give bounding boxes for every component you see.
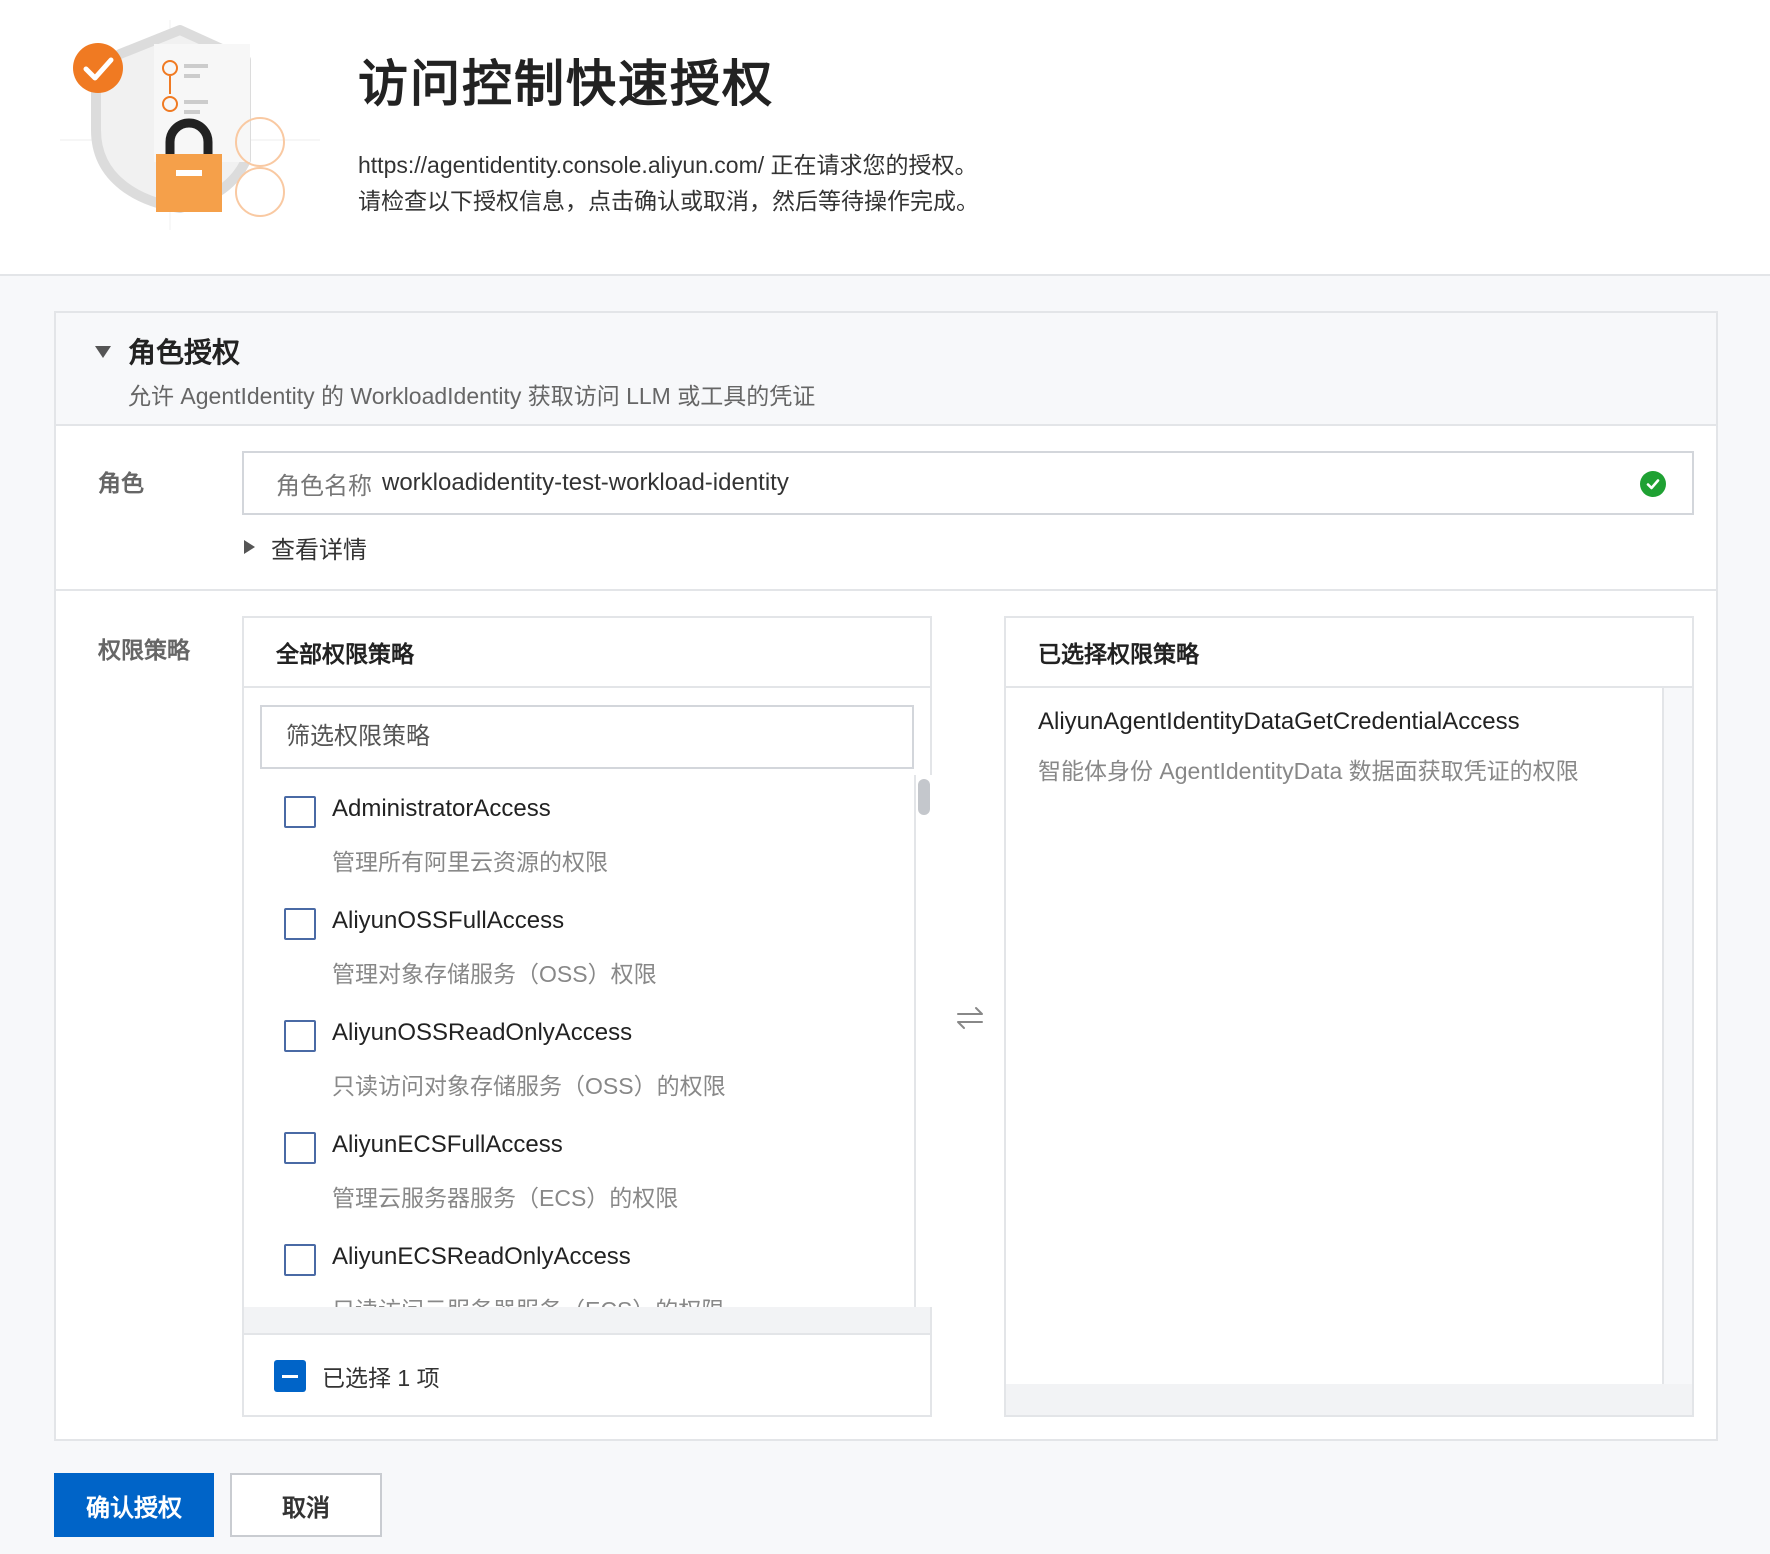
policy-list-item[interactable]: AliyunECSReadOnlyAccess 只读访问云服务器服务（ECS）的… [244, 1223, 914, 1307]
instruction-description: 请检查以下授权信息，点击确认或取消，然后等待操作完成。 [358, 188, 979, 214]
cancel-button[interactable]: 取消 [230, 1473, 382, 1537]
transfer-arrows-icon [957, 1007, 983, 1029]
policy-filter-input[interactable] [260, 705, 914, 769]
policy-description: 管理云服务器服务（ECS）的权限 [332, 1185, 679, 1211]
policy-name: AliyunOSSReadOnlyAccess [332, 1019, 633, 1046]
horizontal-scrollbar[interactable] [244, 1307, 930, 1335]
policy-checkbox[interactable] [284, 1244, 316, 1276]
section-header[interactable]: 角色授权 允许 AgentIdentity 的 WorkloadIdentity… [56, 313, 1716, 426]
policy-list-item[interactable]: AliyunOSSFullAccess 管理对象存储服务（OSS）权限 [244, 887, 914, 999]
policy-description: 只读访问云服务器服务（ECS）的权限 [332, 1291, 724, 1307]
policy-checkbox[interactable] [284, 796, 316, 828]
view-details-label: 查看详情 [271, 536, 367, 564]
section-subtitle: 允许 AgentIdentity 的 WorkloadIdentity 获取访问… [128, 383, 816, 409]
selected-count-label: 已选择 1 项 [322, 1365, 440, 1391]
policy-description: 只读访问对象存储服务（OSS）的权限 [332, 1073, 726, 1099]
check-circle-icon [1640, 471, 1666, 497]
policy-description: 管理所有阿里云资源的权限 [332, 849, 608, 875]
policy-list-item[interactable]: AliyunOSSReadOnlyAccess 只读访问对象存储服务（OSS）的… [244, 999, 914, 1111]
policy-list-scrollbar[interactable] [916, 775, 932, 1307]
role-name-value: workloadidentity-test-workload-identity [382, 469, 789, 496]
page-header: 访问控制快速授权 https://agentidentity.console.a… [0, 0, 1770, 276]
selected-policy-description: 智能体身份 AgentIdentityData 数据面获取凭证的权限 [1038, 758, 1579, 784]
policy-name: AdministratorAccess [332, 795, 551, 822]
selected-policies-panel: 已选择权限策略 AliyunAgentIdentityDataGetCreden… [1004, 616, 1694, 1417]
policy-list-item[interactable]: AliyunECSFullAccess 管理云服务器服务（ECS）的权限 [244, 1111, 914, 1223]
selected-policy-list: AliyunAgentIdentityDataGetCredentialAcce… [1006, 688, 1664, 1384]
scrollbar-thumb[interactable] [918, 779, 930, 815]
selected-list-scrollbar[interactable] [1664, 688, 1692, 1384]
role-field[interactable]: 角色名称 workloadidentity-test-workload-iden… [242, 451, 1694, 515]
selected-policy-name: AliyunAgentIdentityDataGetCredentialAcce… [1038, 708, 1520, 735]
policy-description: 管理对象存储服务（OSS）权限 [332, 961, 657, 987]
policy-checkbox[interactable] [284, 1020, 316, 1052]
confirm-authorization-button[interactable]: 确认授权 [54, 1473, 214, 1537]
page-title: 访问控制快速授权 [358, 56, 774, 112]
expand-arrow-icon [244, 540, 255, 554]
all-policies-title: 全部权限策略 [244, 618, 930, 688]
section-title: 角色授权 [128, 337, 241, 368]
shield-lock-illustration [60, 20, 320, 230]
policy-list-item[interactable]: AdministratorAccess 管理所有阿里云资源的权限 [244, 775, 914, 887]
role-name-prefix: 角色名称 [276, 472, 372, 500]
selected-horizontal-scrollbar[interactable] [1006, 1384, 1692, 1415]
view-details-toggle[interactable]: 查看详情 [244, 531, 367, 564]
policy-name: AliyunECSFullAccess [332, 1131, 563, 1158]
request-description: https://agentidentity.console.aliyun.com… [358, 152, 978, 178]
policy-name: AliyunOSSFullAccess [332, 907, 565, 934]
collapse-arrow-icon[interactable] [92, 341, 114, 363]
policy-label: 权限策略 [98, 637, 190, 663]
section-divider [56, 589, 1716, 591]
policy-list: AdministratorAccess 管理所有阿里云资源的权限 AliyunO… [244, 775, 916, 1307]
selection-footer: 已选择 1 项 [244, 1337, 930, 1415]
policy-name: AliyunECSReadOnlyAccess [332, 1243, 631, 1270]
selected-policies-title: 已选择权限策略 [1006, 618, 1692, 688]
policy-checkbox[interactable] [284, 1132, 316, 1164]
all-policies-panel: 全部权限策略 AdministratorAccess 管理所有阿里云资源的权限 … [242, 616, 932, 1417]
policy-checkbox[interactable] [284, 908, 316, 940]
role-label: 角色 [98, 470, 144, 496]
select-all-checkbox[interactable] [274, 1360, 306, 1392]
role-authorization-card: 角色授权 允许 AgentIdentity 的 WorkloadIdentity… [54, 311, 1718, 1441]
